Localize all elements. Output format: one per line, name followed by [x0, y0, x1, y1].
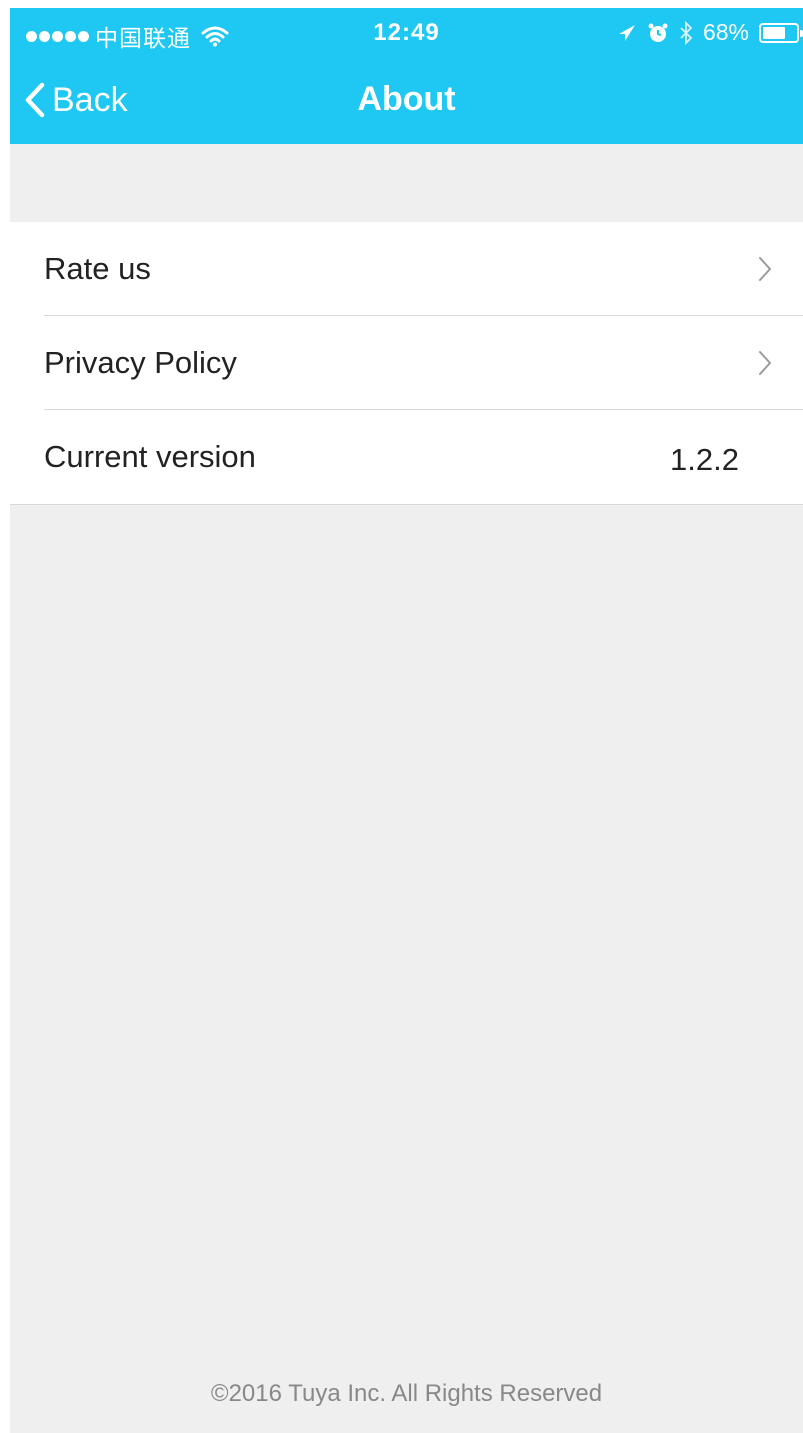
- status-right: 68%: [617, 19, 803, 46]
- back-label: Back: [52, 80, 128, 119]
- rate-us-row[interactable]: Rate us: [10, 222, 803, 316]
- header-bar: 中国联通 12:49 68% Back About: [10, 8, 803, 144]
- privacy-policy-label: Privacy Policy: [44, 345, 237, 380]
- alarm-icon: [648, 23, 668, 42]
- chevron-right-icon: [759, 257, 771, 281]
- rate-us-label: Rate us: [44, 251, 151, 286]
- content-area: Rate us Privacy Policy Current version 1…: [10, 144, 803, 1433]
- settings-list: Rate us Privacy Policy Current version 1…: [10, 222, 803, 505]
- navigation-bar: Back About: [10, 58, 803, 144]
- status-bar: 中国联通 12:49 68%: [10, 8, 803, 58]
- version-number: 1.2.2: [670, 442, 739, 477]
- bluetooth-icon: [680, 20, 693, 45]
- location-arrow-icon: [618, 24, 635, 41]
- current-version-row: Current version 1.2.2: [10, 410, 803, 504]
- battery-percent: 68%: [702, 19, 749, 45]
- privacy-policy-row[interactable]: Privacy Policy: [10, 316, 803, 410]
- back-button[interactable]: Back: [24, 78, 128, 122]
- battery-level: [763, 26, 785, 39]
- current-version-label: Current version: [44, 439, 256, 474]
- chevron-left-icon: [25, 82, 45, 118]
- chevron-right-icon: [759, 351, 771, 375]
- about-screen: 中国联通 12:49 68% Back About Rate us Privac…: [0, 0, 803, 1433]
- page-title: About: [357, 80, 456, 118]
- copyright-footer: ©2016 Tuya Inc. All Rights Reserved: [210, 1380, 603, 1407]
- battery-icon: [759, 22, 803, 43]
